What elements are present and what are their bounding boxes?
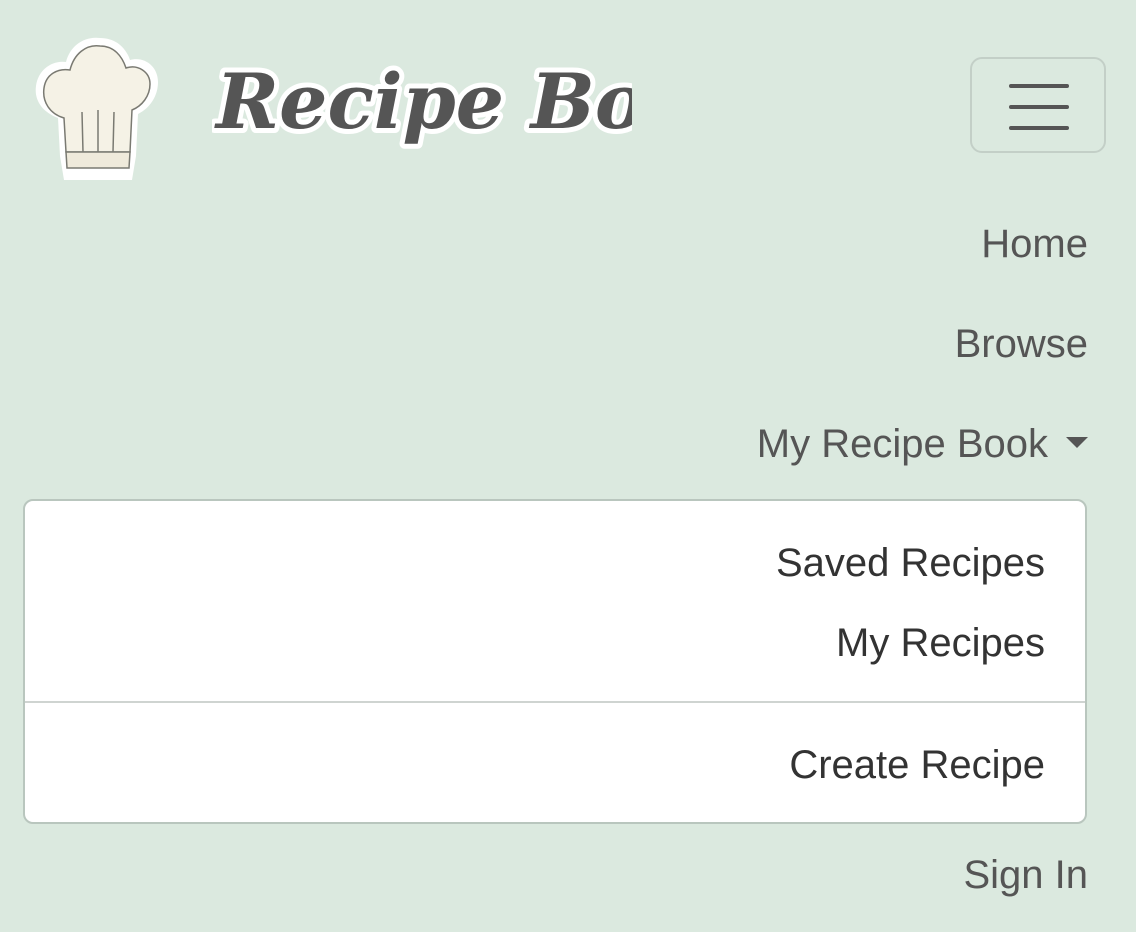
navbar: Recipe Book Home Browse My Recipe Book S… [0,0,1136,932]
chef-hat-icon [35,37,158,180]
hamburger-menu-icon [1009,84,1069,130]
caret-down-icon [1066,436,1088,448]
nav-my-recipe-book-label: My Recipe Book [756,422,1048,466]
dropdown-divider [25,701,1085,703]
brand-link[interactable]: Recipe Book [34,36,632,180]
dropdown-item-my-recipes[interactable]: My Recipes [836,615,1045,671]
nav-my-recipe-book-dropdown[interactable]: My Recipe Book [757,416,1088,472]
dropdown-item-create-recipe[interactable]: Create Recipe [789,737,1045,793]
nav-sign-in-link[interactable]: Sign In [963,847,1088,903]
my-recipe-book-dropdown-menu: Saved Recipes My Recipes Create Recipe [23,499,1087,824]
brand-name: Recipe Book [212,52,632,151]
brand-name-text: Recipe Book [214,57,632,146]
nav-home-link[interactable]: Home [981,216,1088,272]
navbar-toggler-button[interactable] [970,57,1106,153]
nav-browse-link[interactable]: Browse [955,316,1088,372]
dropdown-item-saved-recipes[interactable]: Saved Recipes [776,535,1045,591]
